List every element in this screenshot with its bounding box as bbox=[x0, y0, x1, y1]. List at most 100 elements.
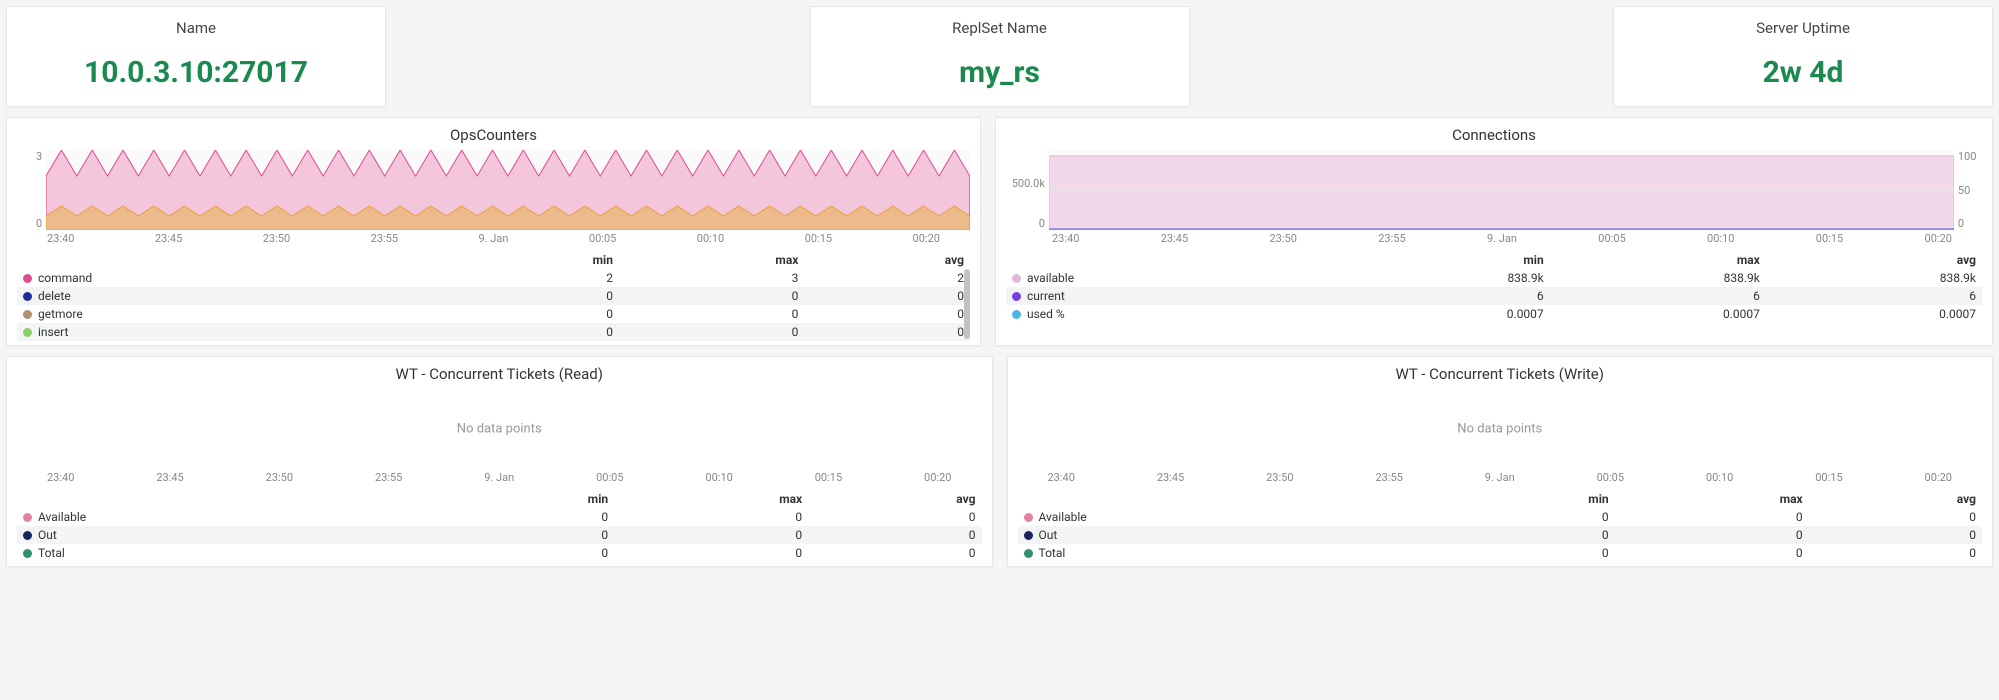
stat-label-uptime: Server Uptime bbox=[1622, 19, 1984, 37]
xtick: 9. Jan bbox=[1485, 471, 1515, 484]
legend-min: 0 bbox=[448, 287, 619, 305]
legend-avg: 0 bbox=[804, 305, 970, 323]
xtick: 9. Jan bbox=[1487, 232, 1517, 245]
col-min: min bbox=[1435, 490, 1614, 508]
xtick: 00:05 bbox=[1598, 232, 1625, 245]
xtick: 00:05 bbox=[596, 471, 623, 484]
ytick: 100 bbox=[1958, 150, 1982, 163]
legend-row[interactable]: Total000 bbox=[17, 544, 982, 562]
legend-color-icon bbox=[23, 292, 32, 301]
xtick: 23:55 bbox=[371, 232, 398, 245]
legend-row[interactable]: getmore000 bbox=[17, 305, 970, 323]
legend-min: 0 bbox=[1435, 526, 1614, 544]
legend-min: 0 bbox=[435, 508, 614, 526]
xtick: 00:10 bbox=[1707, 232, 1734, 245]
xaxis: 23:40 23:45 23:50 23:55 9. Jan 00:05 00:… bbox=[17, 469, 982, 484]
legend-min: 0 bbox=[1435, 508, 1614, 526]
panel-wt-read[interactable]: WT - Concurrent Tickets (Read) No data p… bbox=[6, 356, 993, 567]
legend-avg: 6 bbox=[1766, 287, 1982, 305]
xtick: 00:15 bbox=[1816, 232, 1843, 245]
stat-value-name: 10.0.3.10:27017 bbox=[15, 55, 377, 90]
legend-min: 0 bbox=[435, 544, 614, 562]
legend-avg: 0 bbox=[1809, 508, 1982, 526]
legend-min: 838.9k bbox=[1334, 269, 1550, 287]
legend-label: Available bbox=[1039, 510, 1087, 524]
panel-connections[interactable]: Connections 500.0k 0 100 50 0 23:40 23:4… bbox=[995, 117, 1993, 346]
col-avg: avg bbox=[1766, 251, 1982, 269]
legend-color-icon bbox=[23, 513, 32, 522]
legend-row[interactable]: command232 bbox=[17, 269, 970, 287]
legend-row[interactable]: Available000 bbox=[1018, 508, 1983, 526]
legend-table: min max avg command232delete000getmore00… bbox=[17, 251, 970, 341]
stat-panel-uptime: Server Uptime 2w 4d bbox=[1613, 6, 1993, 107]
xtick: 23:40 bbox=[1052, 232, 1079, 245]
nodata-label: No data points bbox=[1457, 422, 1542, 437]
xaxis: 23:40 23:45 23:50 23:55 9. Jan 00:05 00:… bbox=[17, 230, 970, 245]
legend-row[interactable]: Available000 bbox=[17, 508, 982, 526]
xtick: 00:20 bbox=[924, 471, 951, 484]
legend-min: 0 bbox=[448, 323, 619, 341]
legend-max: 0.0007 bbox=[1550, 305, 1766, 323]
stat-value-uptime: 2w 4d bbox=[1622, 55, 1984, 90]
legend-max: 0 bbox=[619, 323, 804, 341]
legend-color-icon bbox=[1012, 292, 1021, 301]
xtick: 23:45 bbox=[156, 471, 183, 484]
legend-avg: 0 bbox=[808, 526, 981, 544]
col-max: max bbox=[619, 251, 804, 269]
legend-color-icon bbox=[23, 531, 32, 540]
legend-color-icon bbox=[1024, 513, 1033, 522]
chart-connections[interactable]: 500.0k 0 100 50 0 bbox=[1006, 150, 1982, 230]
legend-color-icon bbox=[1012, 310, 1021, 319]
legend-row[interactable]: insert000 bbox=[17, 323, 970, 341]
xtick: 23:40 bbox=[47, 232, 74, 245]
legend-color-icon bbox=[1024, 549, 1033, 558]
xtick: 23:45 bbox=[1157, 471, 1184, 484]
legend-avg: 0 bbox=[808, 508, 981, 526]
stat-label-name: Name bbox=[15, 19, 377, 37]
legend-table: min max avg Available000Out000Total000 bbox=[17, 490, 982, 562]
ytick: 50 bbox=[1958, 184, 1982, 197]
legend-color-icon bbox=[1012, 274, 1021, 283]
legend-row[interactable]: Out000 bbox=[1018, 526, 1983, 544]
yaxis-left bbox=[1018, 389, 1047, 469]
xtick: 00:20 bbox=[913, 232, 940, 245]
legend-color-icon bbox=[23, 328, 32, 337]
panel-title: Connections bbox=[1006, 126, 1982, 144]
legend-row[interactable]: Out000 bbox=[17, 526, 982, 544]
legend-label: Out bbox=[38, 528, 57, 542]
chart-opscounters[interactable]: 3 0 bbox=[17, 150, 970, 230]
legend-row[interactable]: available838.9k838.9k838.9k bbox=[1006, 269, 1982, 287]
spacer bbox=[400, 6, 796, 107]
xtick: 23:55 bbox=[375, 471, 402, 484]
xtick: 00:15 bbox=[1815, 471, 1842, 484]
col-max: max bbox=[1615, 490, 1809, 508]
legend-row[interactable]: Total000 bbox=[1018, 544, 1983, 562]
legend-max: 0 bbox=[614, 544, 808, 562]
yaxis-left bbox=[17, 389, 46, 469]
xtick: 23:50 bbox=[1266, 471, 1293, 484]
xtick: 23:45 bbox=[155, 232, 182, 245]
legend-label: Total bbox=[38, 546, 65, 560]
legend-color-icon bbox=[23, 274, 32, 283]
legend-max: 3 bbox=[619, 269, 804, 287]
legend-row[interactable]: used %0.00070.00070.0007 bbox=[1006, 305, 1982, 323]
panel-opscounters[interactable]: OpsCounters 3 0 23:40 23:45 23:50 23:55 … bbox=[6, 117, 981, 346]
stat-label-replset: ReplSet Name bbox=[819, 19, 1181, 37]
legend-max: 0 bbox=[619, 287, 804, 305]
xtick: 23:55 bbox=[1375, 471, 1402, 484]
xtick: 00:15 bbox=[805, 232, 832, 245]
scrollbar[interactable] bbox=[964, 269, 970, 339]
panel-wt-write[interactable]: WT - Concurrent Tickets (Write) No data … bbox=[1007, 356, 1994, 567]
legend-max: 0 bbox=[614, 508, 808, 526]
legend-avg: 0 bbox=[1809, 544, 1982, 562]
chart-wt-write[interactable]: No data points bbox=[1018, 389, 1983, 469]
xtick: 23:55 bbox=[1378, 232, 1405, 245]
legend-row[interactable]: delete000 bbox=[17, 287, 970, 305]
legend-max: 0 bbox=[1615, 508, 1809, 526]
chart-wt-read[interactable]: No data points bbox=[17, 389, 982, 469]
xtick: 00:10 bbox=[697, 232, 724, 245]
legend-max: 838.9k bbox=[1550, 269, 1766, 287]
legend-row[interactable]: current666 bbox=[1006, 287, 1982, 305]
chart-svg bbox=[46, 150, 970, 230]
legend-label: insert bbox=[38, 325, 68, 339]
